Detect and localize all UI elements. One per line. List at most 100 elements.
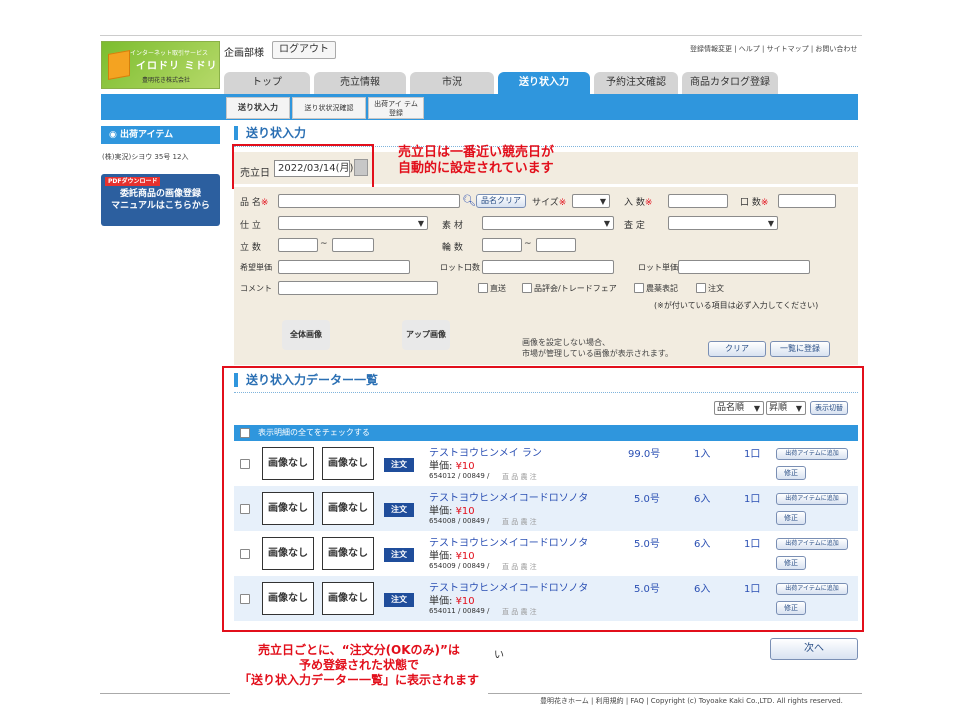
pesticide-checkbox[interactable] [634,283,644,293]
footer-links[interactable]: 豊明花きホーム | 利用規約 | FAQ | Copyright (c) Toy… [540,696,843,706]
order-checkbox[interactable] [696,283,706,293]
product-code: 654012 / 00849 / [429,472,490,480]
material-label: 素 材 [442,221,463,231]
sidebar-item[interactable]: (株)実況)シヨウ 35号 12入 [102,152,188,162]
row-checkbox[interactable] [240,459,250,469]
tab-reservation[interactable]: 予約注文確認 [594,72,678,94]
stray-text: い [494,650,504,661]
tab-market[interactable]: 市況 [410,72,494,94]
date-annotation: 売立日は一番近い競売日が 自動的に設定されています [398,145,555,176]
wheels-min-input[interactable] [482,238,522,252]
edit-button[interactable]: 修正 [776,556,806,570]
stand-max-input[interactable] [332,238,374,252]
product-name-input[interactable] [278,194,460,208]
comment-label: コメント [240,284,272,293]
pdf-line1: 委託商品の画像登録 [119,189,201,199]
order-badge: 注文 [384,593,414,607]
unit-price: 単価: ¥10 [429,551,475,562]
add-item-button[interactable]: 出荷アイテムに追加 [776,583,848,595]
stand-min-input[interactable] [278,238,318,252]
boxes-value: 1口 [744,584,761,595]
qty-value: 1入 [694,449,711,460]
wheels-max-input[interactable] [536,238,576,252]
register-button[interactable]: 一覧に登録 [770,341,830,357]
site-logo[interactable]: インターネット取引サービス イロドリ ミドリ 豊明花き株式会社 [101,41,220,89]
page: インターネット取引サービス イロドリ ミドリ 豊明花き株式会社 企画部様 ログア… [0,0,960,720]
subtab-invoice-input[interactable]: 送り状入力 [226,97,290,119]
fair-checkbox[interactable] [522,283,532,293]
pdf-manual-banner[interactable]: PDFダウンロード 委託商品の画像登録 マニュアルはこちらから [101,174,220,226]
lot-count-input[interactable] [482,260,614,274]
row-checkbox[interactable] [240,549,250,559]
pesticide-label: 農薬表記 [646,284,678,293]
add-item-button[interactable]: 出荷アイテムに追加 [776,448,848,460]
add-item-button[interactable]: 出荷アイテムに追加 [776,538,848,550]
top-links[interactable]: 登録情報変更 | ヘルプ | サイトマップ | お問い合わせ [690,44,857,54]
edit-button[interactable]: 修正 [776,601,806,615]
logout-button[interactable]: ログアウト [272,41,336,59]
assess-select[interactable] [668,216,778,230]
sidebar-heading[interactable]: ◉ 出荷アイテム [101,126,220,144]
shiwake-label: 仕 立 [240,221,261,231]
pdf-tag: PDFダウンロード [105,177,161,186]
next-button[interactable]: 次へ [770,638,858,660]
comment-input[interactable] [278,281,438,295]
subtab-invoice-status[interactable]: 送り状状況確認 [292,97,366,119]
camera-icon-up[interactable]: アップ画像 [402,320,450,350]
edit-button[interactable]: 修正 [776,511,806,525]
tab-sales-info[interactable]: 売立情報 [314,72,406,94]
order-badge: 注文 [384,458,414,472]
count-box-input[interactable] [778,194,836,208]
hope-price-label: 希望単価 [240,263,272,272]
sort-toggle-button[interactable]: 表示切替 [810,401,848,415]
direct-label: 直送 [490,284,506,293]
clear-button[interactable]: クリア [708,341,766,357]
search-icon[interactable]: 🔍︎ [462,194,476,207]
list-title: 送り状入力データー一覧 [234,373,378,387]
sort-order-select[interactable]: 昇順 [766,401,806,415]
row-checkbox[interactable] [240,594,250,604]
row-flags: 直 品 農 注 [502,563,537,571]
size-select[interactable] [572,194,610,208]
row-flags: 直 品 農 注 [502,473,537,481]
count-in-input[interactable] [668,194,728,208]
shiwake-select[interactable] [278,216,428,230]
unit-price: 単価: ¥10 [429,461,475,472]
footer-divider [100,693,230,694]
lot-price-label: ロット単価 [638,263,678,272]
subtab-item-register[interactable]: 出荷アイ テム登録 [368,97,424,119]
material-select[interactable] [482,216,614,230]
name-clear-button[interactable]: 品名クリア [476,194,526,208]
product-name-label: 品 名※ [240,198,269,208]
logo-line2: イロドリ ミドリ [136,61,218,72]
stand-label: 立 数 [240,243,261,253]
logo-line1: インターネット取引サービス [130,50,209,57]
direct-checkbox[interactable] [478,283,488,293]
sort-field-select[interactable]: 品名順 [714,401,764,415]
product-code: 654008 / 00849 / [429,517,490,525]
check-all-label: 表示明細の全てをチェックする [258,428,370,437]
tab-catalog[interactable]: 商品カタログ登録 [682,72,778,94]
size-value: 5.0号 [634,494,660,505]
hope-price-input[interactable] [278,260,410,274]
lot-price-input[interactable] [678,260,810,274]
tab-top[interactable]: トップ [224,72,310,94]
count-box-label: 口 数※ [740,198,769,208]
camera-icon-full[interactable]: 全体画像 [282,320,330,350]
size-value: 5.0号 [634,584,660,595]
no-image-box: 画像なし [262,537,314,570]
size-label: サイズ※ [532,198,567,208]
assess-label: 査 定 [624,221,645,231]
logo-line3: 豊明花き株式会社 [142,77,191,84]
order-badge: 注文 [384,503,414,517]
no-image-box: 画像なし [322,537,374,570]
table-row: 画像なし 画像なし 注文 テストヨウヒンメイコードロソノタ 単価: ¥10 65… [234,486,858,531]
add-item-button[interactable]: 出荷アイテムに追加 [776,493,848,505]
tab-invoice-input[interactable]: 送り状入力 [498,72,590,94]
row-checkbox[interactable] [240,504,250,514]
check-all-checkbox[interactable] [240,428,250,438]
table-row: 画像なし 画像なし 注文 テストヨウヒンメイコードロソノタ 単価: ¥10 65… [234,576,858,621]
row-flags: 直 品 農 注 [502,518,537,526]
edit-button[interactable]: 修正 [776,466,806,480]
table-row: 画像なし 画像なし 注文 テストヨウヒンメイコードロソノタ 単価: ¥10 65… [234,531,858,576]
